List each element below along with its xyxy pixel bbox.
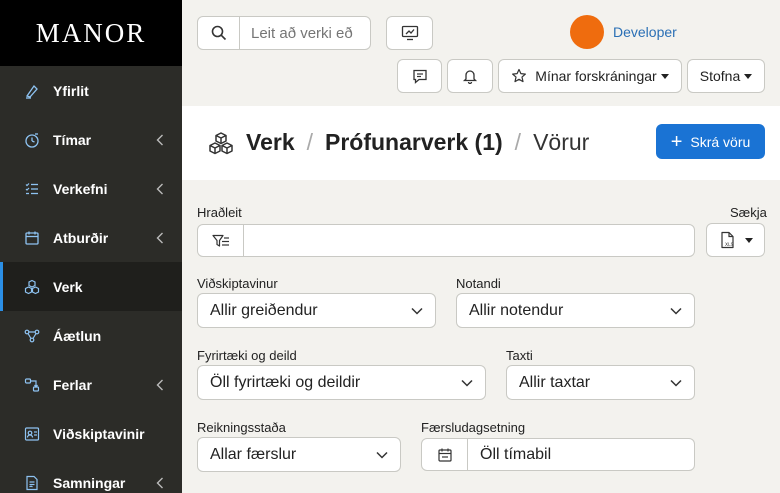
sidebar-item-label: Ferlar [53, 376, 92, 393]
caret-down-icon [744, 237, 753, 243]
plan-network-icon [24, 328, 40, 344]
create-dropdown[interactable]: Stofna [687, 59, 765, 93]
quicksearch-input[interactable] [244, 225, 694, 256]
customer-label: Viðskiptavinur [197, 276, 278, 291]
sidebar-item-label: Atburðir [53, 229, 109, 246]
date-label: Færsludagsetning [421, 420, 526, 435]
filter-icon[interactable] [198, 225, 244, 256]
caret-down-icon [660, 73, 669, 79]
register-product-button[interactable]: + Skrá vöru [656, 124, 765, 159]
page-header: Verk / Prófunarverk (1) / Vörur + Skrá v… [182, 106, 780, 180]
sidebar-item-label: Viðskiptavinir [53, 425, 145, 442]
quicksearch-field [197, 224, 695, 257]
chevron-left-icon[interactable] [156, 379, 164, 391]
bell-icon [462, 70, 478, 84]
sidebar-item-label: Áætlun [53, 327, 102, 344]
user-select[interactable]: Allir notendur [456, 293, 695, 328]
page-title: Vörur [533, 129, 590, 155]
customer-value: Allir greiðendur [210, 301, 318, 319]
chevron-left-icon[interactable] [156, 232, 164, 244]
sidebar-item-ferlar[interactable]: Ferlar [0, 360, 182, 409]
sidebar-item-label: Tímar [53, 131, 92, 148]
calendar-icon[interactable] [422, 439, 468, 470]
chat-icon [412, 69, 427, 84]
chevron-left-icon[interactable] [156, 477, 164, 489]
task-list-icon [24, 181, 40, 197]
company-value: Öll fyrirtæki og deildir [210, 373, 361, 391]
company-select[interactable]: Öll fyrirtæki og deildir [197, 365, 486, 400]
register-product-label: Skrá vöru [690, 133, 751, 150]
search-icon[interactable] [198, 17, 240, 49]
breadcrumb-separator: / [514, 129, 522, 155]
chevron-down-icon [670, 379, 682, 387]
cubes-icon [209, 131, 233, 154]
top-header: Developer Mínar forskráningar Stofna [182, 0, 780, 106]
filter-panel: Hraðleit Sækja XLS Viðskiptavinur Allir … [182, 180, 780, 493]
breadcrumb-item-project[interactable]: Prófunarverk (1) [325, 129, 503, 156]
date-value: Öll tímabil [480, 445, 552, 463]
username-link[interactable]: Developer [613, 24, 677, 40]
sidebar-item-verkefni[interactable]: Verkefni [0, 164, 182, 213]
calendar-icon [24, 230, 40, 246]
chat-button[interactable] [397, 59, 442, 93]
breadcrumb: Verk / Prófunarverk (1) / Vörur [208, 129, 589, 156]
sidebar-item-atburir[interactable]: Atburðir [0, 213, 182, 262]
xls-file-icon: XLS [720, 231, 734, 249]
chevron-down-icon [670, 307, 682, 315]
chevron-left-icon[interactable] [156, 183, 164, 195]
timer-icon [24, 132, 40, 148]
breadcrumb-separator: / [306, 129, 313, 155]
avatar[interactable] [570, 15, 604, 49]
billing-select[interactable]: Allar færslur [197, 437, 401, 472]
pen-tool-icon [24, 83, 40, 99]
bookmarks-label: Mínar forskráningar [535, 68, 657, 84]
bookmarks-dropdown[interactable]: Mínar forskráningar [498, 59, 682, 93]
quicksearch-label: Hraðleit [197, 205, 242, 220]
customers-icon [24, 426, 40, 442]
company-label: Fyrirtæki og deild [197, 348, 297, 363]
chevron-down-icon [461, 379, 473, 387]
customer-select[interactable]: Allir greiðendur [197, 293, 436, 328]
rate-label: Taxti [506, 348, 533, 363]
cubes-icon [24, 279, 40, 295]
date-range-picker[interactable]: Öll tímabil [421, 438, 695, 471]
breadcrumb-item-verk[interactable]: Verk [246, 129, 295, 156]
chevron-down-icon [411, 307, 423, 315]
sidebar-item-yfirlit[interactable]: Yfirlit [0, 66, 182, 115]
star-icon [512, 68, 527, 83]
user-label: Notandi [456, 276, 501, 291]
user-value: Allir notendur [469, 301, 564, 319]
sidebar-item-label: Verkefni [53, 180, 108, 197]
presentation-button[interactable] [386, 16, 433, 50]
plus-icon: + [670, 130, 683, 153]
caret-down-icon [744, 73, 753, 79]
rate-select[interactable]: Allir taxtar [506, 365, 695, 400]
search-input[interactable] [240, 17, 370, 49]
sidebar: MANOR Yfirlit Tímar Verkefni Atburðir Verk Áæ… [0, 0, 182, 493]
notifications-button[interactable] [447, 59, 493, 93]
sidebar-nav: Yfirlit Tímar Verkefni Atburðir Verk Áætlun Fe… [0, 66, 182, 493]
export-xls-button[interactable]: XLS [706, 223, 765, 257]
sidebar-item-label: Samningar [53, 474, 126, 491]
billing-value: Allar færslur [210, 445, 297, 463]
search-box [197, 16, 371, 50]
sidebar-item-timar[interactable]: Tímar [0, 115, 182, 164]
create-label: Stofna [699, 68, 741, 84]
contract-icon [24, 475, 40, 491]
export-label: Sækja [730, 205, 767, 220]
app-logo[interactable]: MANOR [0, 0, 182, 66]
flow-icon [24, 377, 40, 393]
sidebar-item-viskiptavinir[interactable]: Viðskiptavinir [0, 409, 182, 458]
sidebar-item-samningar[interactable]: Samningar [0, 458, 182, 493]
svg-text:XLS: XLS [725, 242, 734, 248]
sidebar-item-atlun[interactable]: Áætlun [0, 311, 182, 360]
presentation-icon [401, 25, 418, 41]
chevron-down-icon [376, 451, 388, 459]
rate-value: Allir taxtar [519, 373, 591, 391]
billing-label: Reikningsstaða [197, 420, 286, 435]
sidebar-item-label: Yfirlit [53, 82, 89, 99]
sidebar-item-verk[interactable]: Verk [0, 262, 182, 311]
chevron-left-icon[interactable] [156, 134, 164, 146]
sidebar-item-label: Verk [53, 278, 83, 295]
